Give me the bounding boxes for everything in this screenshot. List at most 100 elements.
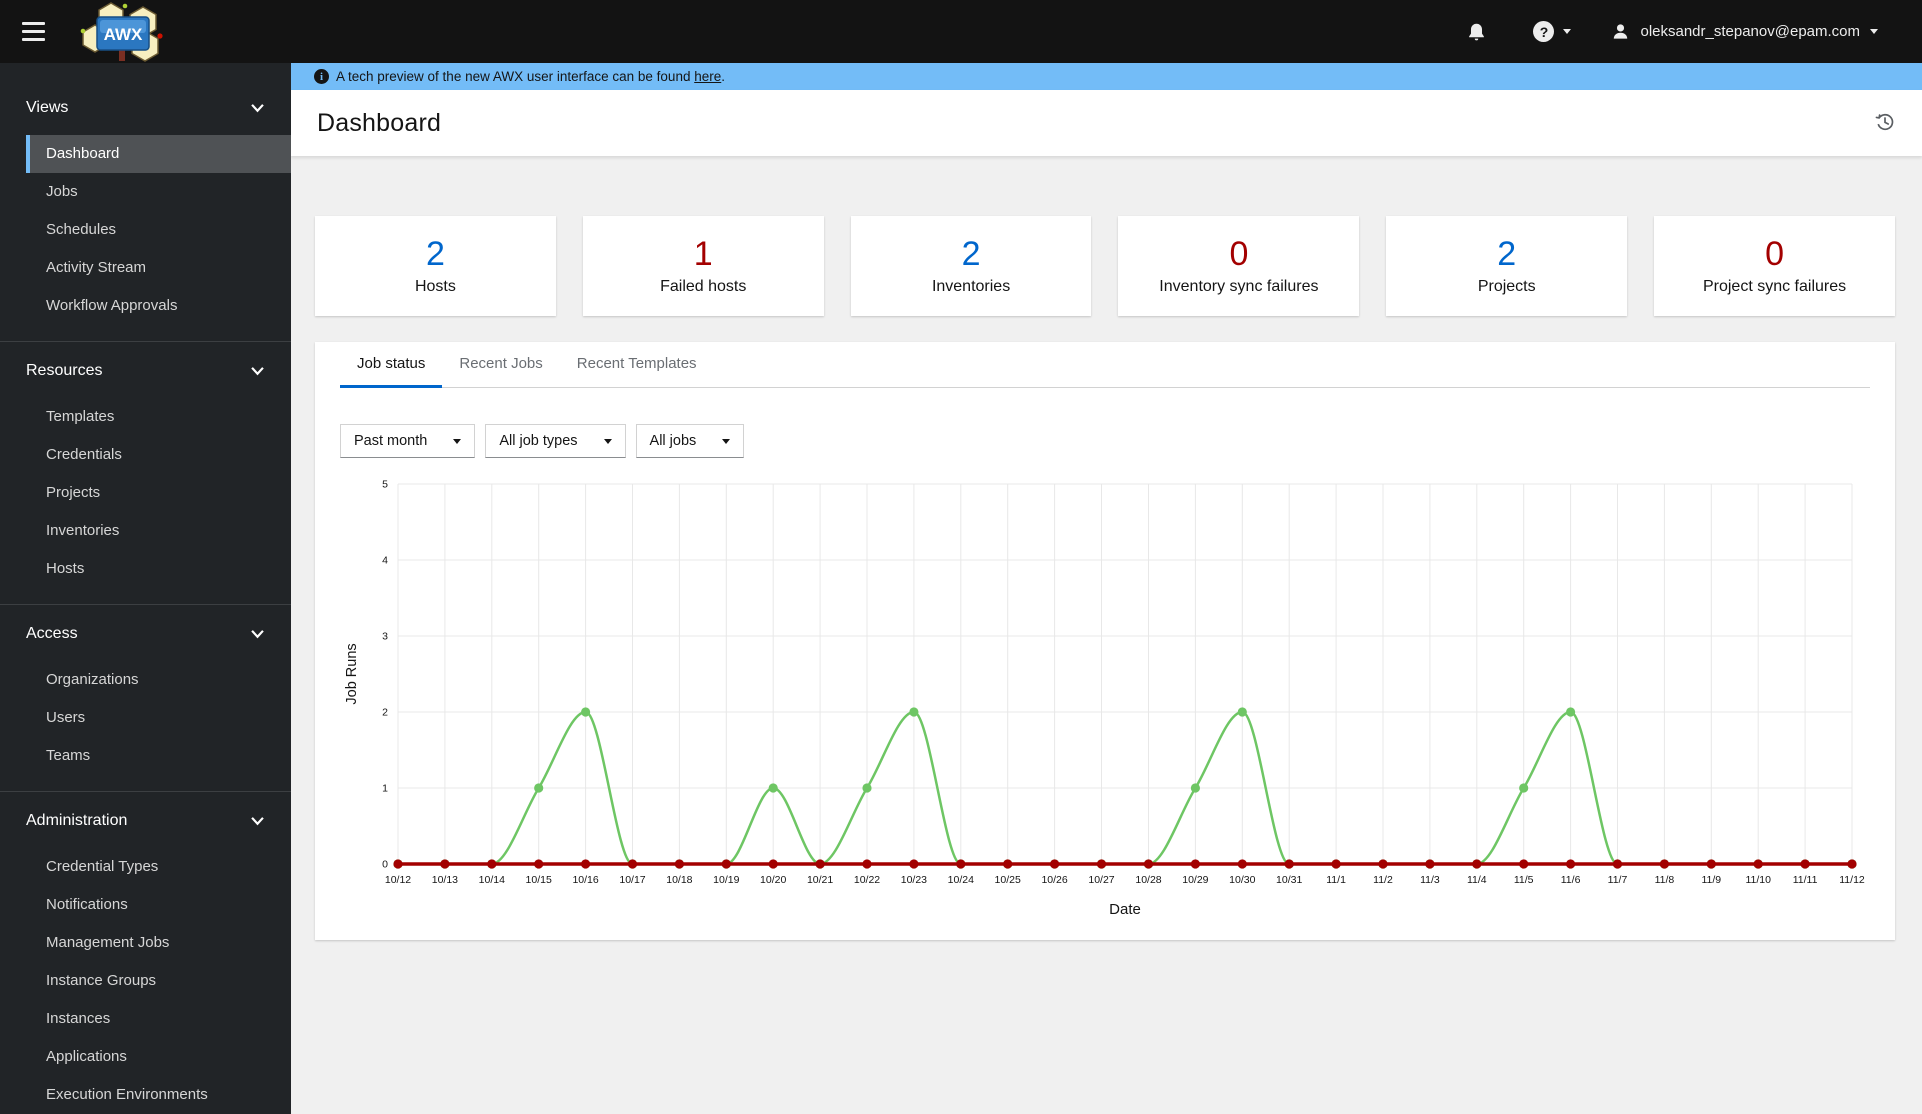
nav-item-activity-stream[interactable]: Activity Stream [26, 249, 291, 287]
summary-cards: 2 Hosts 1 Failed hosts 2 Inventories 0 Inventor… [315, 216, 1895, 316]
nav-item-management-jobs[interactable]: Management Jobs [26, 924, 291, 962]
svg-text:10/14: 10/14 [479, 874, 505, 886]
job-status-panel: Job status Recent Jobs Recent Templates Pa… [315, 342, 1895, 940]
svg-text:11/5: 11/5 [1514, 874, 1534, 886]
svg-text:10/22: 10/22 [854, 874, 880, 886]
svg-text:11/11: 11/11 [1793, 874, 1818, 886]
card-label: Inventory sync failures [1159, 277, 1319, 295]
svg-text:10/27: 10/27 [1088, 874, 1114, 886]
banner-text: A tech preview of the new AWX user inter… [336, 69, 726, 84]
chevron-down-icon [251, 367, 264, 376]
nav-item-jobs[interactable]: Jobs [26, 173, 291, 211]
svg-text:11/2: 11/2 [1373, 874, 1393, 886]
card-failed-hosts[interactable]: 1 Failed hosts [582, 216, 824, 316]
chart-grid [397, 483, 1853, 865]
nav-section-administration: Administration Credential Types Notificati… [0, 791, 291, 1114]
card-value[interactable]: 2 [962, 237, 981, 271]
svg-text:11/3: 11/3 [1420, 874, 1440, 886]
nav-item-instances[interactable]: Instances [26, 1000, 291, 1038]
nav-item-teams[interactable]: Teams [26, 737, 291, 775]
svg-text:10/26: 10/26 [1041, 874, 1067, 886]
job-type-select[interactable]: All job types [485, 424, 626, 458]
svg-text:10/21: 10/21 [807, 874, 833, 886]
nav-item-instance-groups[interactable]: Instance Groups [26, 962, 291, 1000]
activity-stream-history-icon[interactable] [1874, 111, 1896, 136]
select-value: All job types [499, 433, 578, 449]
card-label: Failed hosts [660, 277, 747, 295]
nav-section-access: Access Organizations Users Teams [0, 604, 291, 791]
job-select[interactable]: All jobs [635, 424, 745, 458]
svg-text:10/28: 10/28 [1135, 874, 1161, 886]
svg-text:10/19: 10/19 [713, 874, 739, 886]
svg-text:10/24: 10/24 [948, 874, 974, 886]
svg-text:10/25: 10/25 [995, 874, 1021, 886]
chevron-down-icon [1870, 29, 1878, 34]
notifications-bell-icon[interactable] [1466, 21, 1487, 43]
nav-section-header-resources[interactable]: Resources [0, 356, 291, 386]
tab-recent-templates[interactable]: Recent Templates [560, 342, 714, 388]
nav-section-header-views[interactable]: Views [0, 93, 291, 123]
user-menu-button[interactable]: oleksandr_stepanov@epam.com [1611, 22, 1878, 41]
period-select[interactable]: Past month [340, 424, 476, 458]
chart-ylabel: Job Runs [344, 643, 360, 704]
svg-text:11/1: 11/1 [1326, 874, 1346, 886]
nav-toggle-button[interactable] [3, 0, 63, 63]
nav-item-applications[interactable]: Applications [26, 1038, 291, 1076]
awx-logo-image: AWX [80, 1, 163, 62]
svg-text:3: 3 [382, 631, 388, 643]
card-value[interactable]: 2 [426, 237, 445, 271]
svg-text:11/9: 11/9 [1701, 874, 1721, 886]
tab-recent-jobs[interactable]: Recent Jobs [442, 342, 559, 388]
nav-item-notifications[interactable]: Notifications [26, 886, 291, 924]
nav-item-hosts[interactable]: Hosts [26, 550, 291, 588]
svg-text:1: 1 [382, 783, 388, 795]
svg-text:2: 2 [382, 707, 388, 719]
card-value[interactable]: 0 [1765, 237, 1784, 271]
card-projects[interactable]: 2 Projects [1386, 216, 1628, 316]
nav-item-templates[interactable]: Templates [26, 398, 291, 436]
job-status-chart: 0 1 2 3 4 5 10/12 10/13 10/14 10/15 10/16 10/17 10/1… [340, 470, 1870, 935]
tab-job-status[interactable]: Job status [340, 342, 443, 388]
nav-item-projects[interactable]: Projects [26, 474, 291, 512]
nav-item-organizations[interactable]: Organizations [26, 661, 291, 699]
card-value[interactable]: 2 [1497, 237, 1516, 271]
nav-section-header-access[interactable]: Access [0, 619, 291, 649]
chart-xlabel: Date [1109, 901, 1141, 918]
nav-item-inventories[interactable]: Inventories [26, 512, 291, 550]
nav-section-header-administration[interactable]: Administration [0, 806, 291, 836]
nav-item-execution-environments[interactable]: Execution Environments [26, 1076, 291, 1114]
help-menu-button[interactable]: ? [1533, 21, 1572, 42]
user-email: oleksandr_stepanov@epam.com [1640, 23, 1860, 40]
card-value[interactable]: 1 [694, 237, 713, 271]
bell-glyph [1469, 23, 1485, 40]
nav-section-title: Access [26, 625, 78, 642]
topbar: AWX ? oleksandr_stepanov@epam.com [0, 0, 1922, 63]
chevron-down-icon [453, 438, 462, 444]
nav-item-schedules[interactable]: Schedules [26, 211, 291, 249]
sidebar: Views Dashboard Jobs Schedules Activity Stre… [0, 63, 291, 1114]
nav-section-title: Resources [26, 362, 103, 379]
card-label: Projects [1477, 277, 1536, 295]
nav-item-users[interactable]: Users [26, 699, 291, 737]
card-inventory-sync-failures[interactable]: 0 Inventory sync failures [1118, 216, 1360, 316]
awx-logo-text: AWX [104, 25, 143, 44]
awx-logo[interactable]: AWX [75, 0, 171, 63]
nav-item-credential-types[interactable]: Credential Types [26, 848, 291, 886]
awx-app: AWX ? oleksandr_stepanov@epam.com Views … [0, 0, 1922, 1114]
card-inventories[interactable]: 2 Inventories [850, 216, 1092, 316]
card-value[interactable]: 0 [1229, 237, 1248, 271]
nav-item-workflow-approvals[interactable]: Workflow Approvals [26, 287, 291, 325]
svg-text:10/29: 10/29 [1182, 874, 1208, 886]
svg-text:11/7: 11/7 [1608, 874, 1628, 886]
svg-text:10/20: 10/20 [760, 874, 786, 886]
user-icon [1614, 24, 1628, 39]
chevron-down-icon [1563, 29, 1572, 34]
nav-item-dashboard[interactable]: Dashboard [26, 135, 291, 173]
svg-text:11/12: 11/12 [1839, 874, 1865, 886]
card-project-sync-failures[interactable]: 0 Project sync failures [1654, 216, 1895, 316]
nav-item-credentials[interactable]: Credentials [26, 436, 291, 474]
svg-text:10/30: 10/30 [1229, 874, 1255, 886]
card-hosts[interactable]: 2 Hosts [315, 216, 556, 316]
select-value: Past month [354, 433, 428, 449]
tech-preview-here-link[interactable]: here [694, 69, 721, 84]
